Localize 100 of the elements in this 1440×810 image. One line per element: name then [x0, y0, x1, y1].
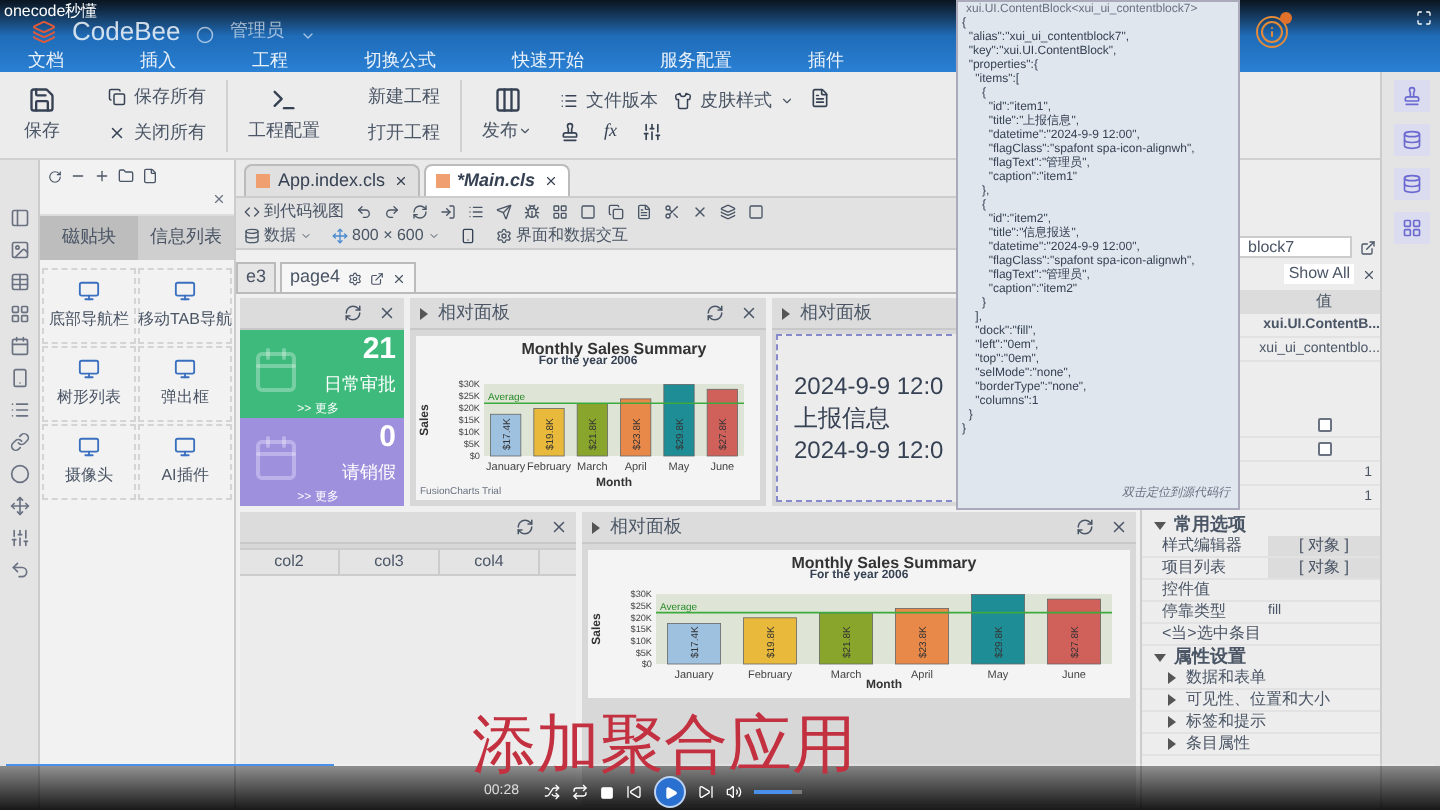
- refresh-icon[interactable]: [344, 304, 362, 322]
- side-panel-button[interactable]: [1393, 212, 1429, 244]
- file-version-button[interactable]: 文件版本: [560, 87, 658, 115]
- data-dropdown[interactable]: 数据: [244, 223, 312, 247]
- close-icon[interactable]: [550, 518, 568, 536]
- close-icon[interactable]: [378, 304, 396, 322]
- side-panel-button[interactable]: [1393, 80, 1429, 112]
- external-link-icon[interactable]: [1360, 239, 1376, 255]
- property-group[interactable]: 条目属性: [1142, 734, 1380, 756]
- menu-tab[interactable]: 插件: [808, 51, 844, 69]
- toolbar-icon[interactable]: [412, 203, 428, 219]
- toolbar-icon[interactable]: [468, 203, 484, 219]
- new-project-button[interactable]: 新建工程: [368, 84, 440, 111]
- editor-tab[interactable]: App.index.cls: [244, 164, 420, 196]
- checkbox[interactable]: [1317, 418, 1331, 432]
- refresh-icon[interactable]: [516, 518, 534, 536]
- volume-icon[interactable]: [726, 784, 742, 800]
- publish-button[interactable]: 发布: [482, 85, 532, 145]
- object-button[interactable]: [ 对象 ]: [1268, 558, 1380, 578]
- stop-icon[interactable]: [600, 785, 614, 799]
- document-icon[interactable]: [810, 87, 830, 108]
- expand-triangle-icon[interactable]: [1154, 651, 1166, 663]
- checkbox[interactable]: [1317, 442, 1331, 456]
- menu-tab[interactable]: 文档: [28, 51, 64, 69]
- sidebar-tool-icon[interactable]: [9, 304, 29, 324]
- palette-tab[interactable]: 磁贴块: [40, 216, 137, 260]
- collapse-icon[interactable]: [418, 307, 430, 319]
- open-project-button[interactable]: 打开工程: [368, 119, 440, 146]
- close-icon[interactable]: [740, 304, 758, 322]
- toolbar-icon[interactable]: [524, 203, 540, 219]
- toolbar-icon[interactable]: [692, 203, 708, 219]
- menu-tab[interactable]: 快速开始: [512, 51, 584, 69]
- toolbar-icon[interactable]: [440, 203, 456, 219]
- folder-icon[interactable]: [118, 168, 134, 184]
- property-group[interactable]: 数据和表单: [1142, 668, 1380, 690]
- save-all-button[interactable]: 保存所有: [108, 84, 206, 111]
- fullscreen-icon[interactable]: [1416, 10, 1432, 26]
- toolbar-icon[interactable]: [608, 203, 624, 219]
- toolbar-icon[interactable]: [496, 203, 512, 219]
- interaction-button[interactable]: 界面和数据交互: [495, 223, 628, 247]
- refresh-icon[interactable]: [706, 304, 724, 322]
- save-button[interactable]: 保存: [24, 85, 60, 145]
- formula-button[interactable]: fx: [604, 122, 617, 143]
- sliders-icon[interactable]: [641, 122, 661, 143]
- sidebar-tool-icon[interactable]: [9, 368, 29, 388]
- code-view-button[interactable]: 到代码视图: [244, 199, 344, 223]
- menu-tab[interactable]: 切换公式: [364, 51, 436, 69]
- side-panel-button[interactable]: [1393, 168, 1429, 200]
- palette-item[interactable]: 底部导航栏: [42, 268, 136, 344]
- page-tab[interactable]: page4: [280, 262, 417, 292]
- palette-item[interactable]: 树形列表: [42, 346, 136, 422]
- page-tab[interactable]: e3: [236, 262, 277, 292]
- sidebar-tool-icon[interactable]: [9, 336, 29, 356]
- repeat-icon[interactable]: [572, 784, 588, 800]
- phone-icon[interactable]: [459, 227, 476, 243]
- sidebar-tool-icon[interactable]: [9, 208, 29, 228]
- menu-tab[interactable]: 服务配置: [660, 51, 732, 69]
- toolbar-icon[interactable]: [384, 203, 400, 219]
- toolbar-icon[interactable]: [636, 203, 652, 219]
- toolbar-icon[interactable]: [748, 203, 764, 219]
- sidebar-tool-icon[interactable]: [9, 272, 29, 292]
- palette-item[interactable]: 摄像头: [42, 424, 136, 500]
- palette-item[interactable]: 弹出框: [138, 346, 232, 422]
- side-panel-button[interactable]: [1393, 124, 1429, 156]
- size-dropdown[interactable]: 800 × 600: [332, 223, 440, 247]
- close-all-button[interactable]: 关闭所有: [108, 119, 206, 146]
- menu-tab[interactable]: 工程: [252, 51, 288, 69]
- collapse-icon[interactable]: [590, 521, 602, 533]
- project-config-button[interactable]: 工程配置: [248, 85, 320, 145]
- sidebar-tool-icon[interactable]: [9, 528, 29, 548]
- refresh-icon[interactable]: [1076, 518, 1094, 536]
- expand-triangle-icon[interactable]: [1154, 519, 1166, 531]
- caret-icon[interactable]: [300, 28, 317, 44]
- rewind-icon[interactable]: [626, 784, 642, 800]
- stamp-icon[interactable]: [560, 122, 580, 143]
- toolbar-icon[interactable]: [664, 203, 680, 219]
- toolbar-icon[interactable]: [552, 203, 568, 219]
- sidebar-tool-icon[interactable]: [9, 432, 29, 452]
- editor-tab[interactable]: *Main.cls: [423, 164, 570, 196]
- object-button[interactable]: [ 对象 ]: [1268, 536, 1380, 556]
- property-group[interactable]: 标签和提示: [1142, 712, 1380, 734]
- show-all-button[interactable]: Show All: [1284, 264, 1354, 284]
- toolbar-icon[interactable]: [720, 203, 736, 219]
- sidebar-tool-icon[interactable]: [9, 560, 29, 580]
- sidebar-tool-icon[interactable]: [9, 496, 29, 516]
- palette-item[interactable]: 移动TAB导航: [138, 268, 232, 344]
- sidebar-tool-icon[interactable]: [9, 240, 29, 260]
- property-group[interactable]: 可见性、位置和大小: [1142, 690, 1380, 712]
- user-icon[interactable]: [196, 26, 215, 44]
- close-icon[interactable]: [212, 192, 226, 206]
- collapse-icon[interactable]: [780, 307, 792, 319]
- menu-tab[interactable]: 插入: [140, 51, 176, 69]
- clear-icon[interactable]: [1362, 267, 1376, 281]
- toolbar-icon[interactable]: [580, 203, 596, 219]
- sidebar-tool-icon[interactable]: [9, 464, 29, 484]
- palette-item[interactable]: AI插件: [138, 424, 232, 500]
- close-icon[interactable]: [1110, 518, 1128, 536]
- fast-forward-icon[interactable]: [698, 784, 714, 800]
- shuffle-icon[interactable]: [544, 784, 560, 800]
- toolbar-icon[interactable]: [356, 203, 372, 219]
